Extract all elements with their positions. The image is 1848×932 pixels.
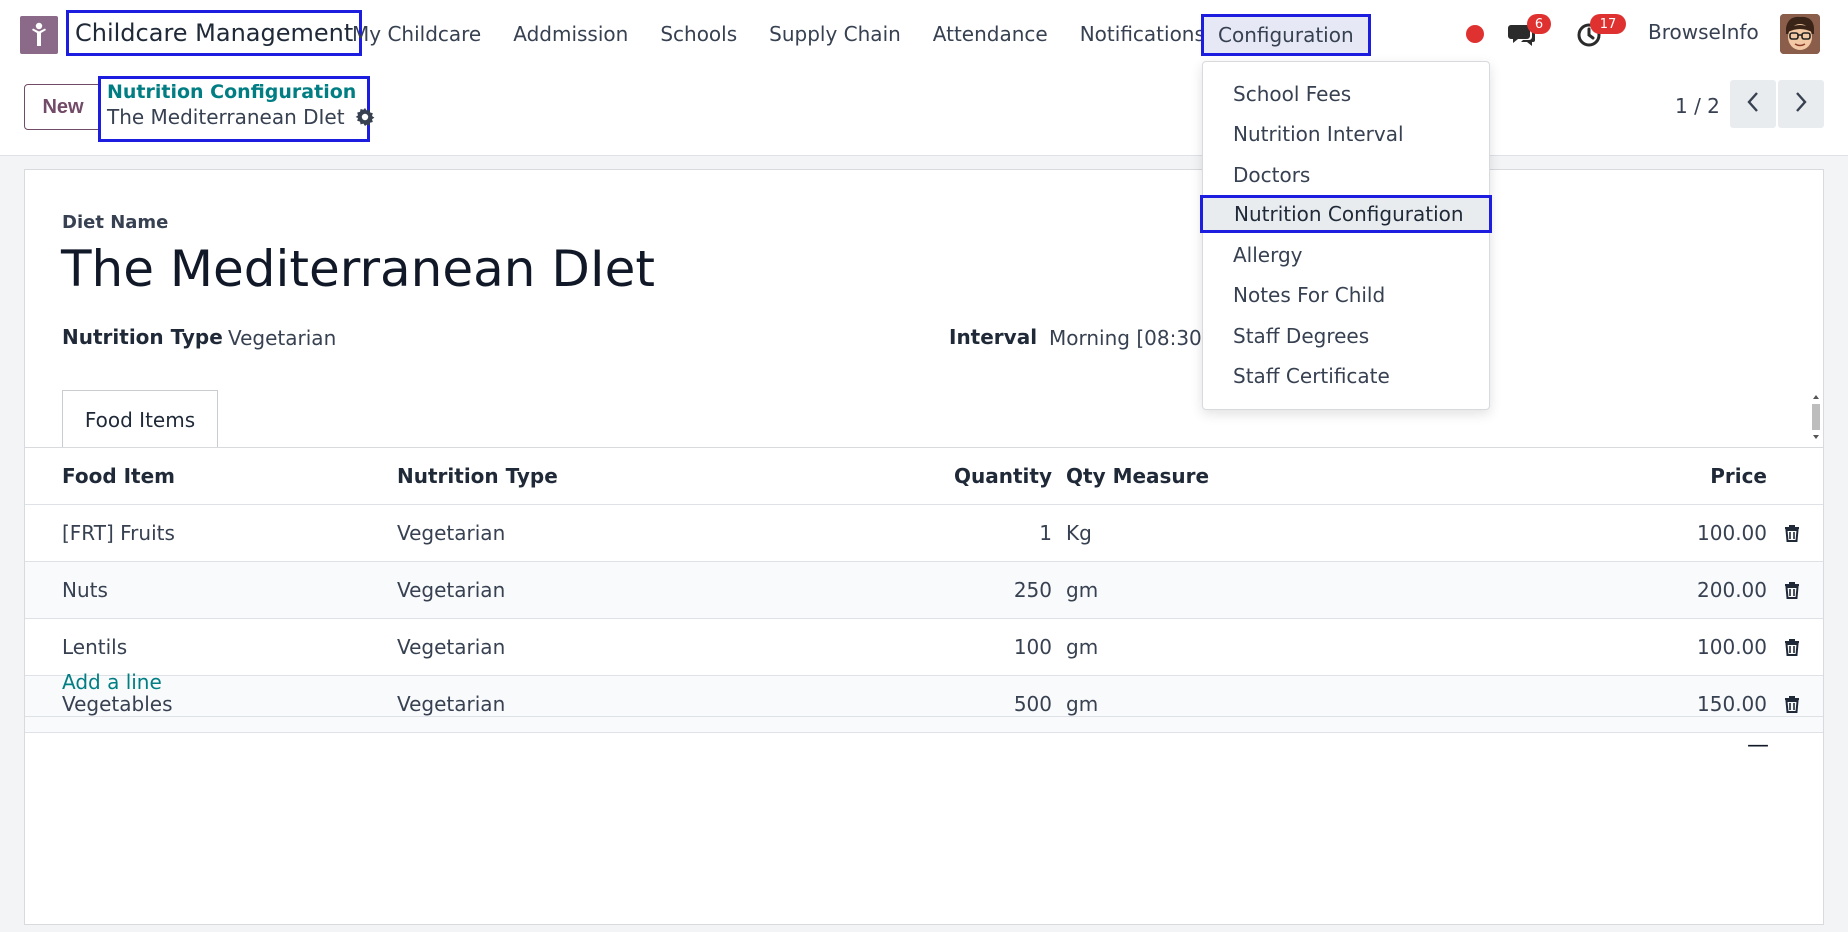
header-quantity[interactable]: Quantity <box>785 448 1052 504</box>
cell-nutrition-type[interactable]: Vegetarian <box>397 619 505 675</box>
breadcrumb-current-label: The Mediterranean DIet <box>107 105 345 129</box>
cell-quantity[interactable]: 1 <box>785 505 1052 561</box>
menu-notifications[interactable]: Notifications <box>1080 22 1205 46</box>
brand-title[interactable]: Childcare Management <box>66 10 363 56</box>
scrollbar[interactable] <box>1809 392 1823 442</box>
breadcrumb-current: The Mediterranean DIet <box>107 105 374 129</box>
cell-price[interactable]: 100.00 <box>1455 505 1767 561</box>
dropdown-item-nutrition-interval[interactable]: Nutrition Interval <box>1203 115 1489 153</box>
menu-attendance[interactable]: Attendance <box>933 22 1048 46</box>
main-menu: My Childcare Addmission Schools Supply C… <box>352 0 1237 68</box>
interval-label: Interval <box>949 325 1038 349</box>
table-row[interactable]: [FRT] Fruits Vegetarian 1 Kg 100.00 <box>25 505 1823 562</box>
table-row[interactable]: Nuts Vegetarian 250 gm 200.00 <box>25 562 1823 619</box>
add-a-line-link[interactable]: Add a line <box>62 670 162 694</box>
top-navbar: Childcare Management My Childcare Addmis… <box>0 0 1848 68</box>
form-sheet: Diet Name The Mediterranean DIet Nutriti… <box>24 169 1824 925</box>
new-button[interactable]: New <box>24 84 102 130</box>
app-logo-icon[interactable] <box>20 16 58 54</box>
total-placeholder: — <box>1747 733 1769 758</box>
cell-food-item[interactable]: Lentils <box>62 619 127 675</box>
cell-price[interactable]: 150.00 <box>1455 676 1767 732</box>
header-price[interactable]: Price <box>1455 448 1767 504</box>
tab-food-items[interactable]: Food Items <box>62 390 218 448</box>
cell-price[interactable]: 100.00 <box>1455 619 1767 675</box>
dropdown-item-notes-for-child[interactable]: Notes For Child <box>1203 276 1489 314</box>
breadcrumb: Nutrition Configuration The Mediterranea… <box>98 76 374 142</box>
cell-qty-measure[interactable]: gm <box>1066 619 1098 675</box>
cell-quantity[interactable]: 250 <box>785 562 1052 618</box>
menu-supply-chain[interactable]: Supply Chain <box>769 22 901 46</box>
trash-icon[interactable] <box>1780 562 1804 618</box>
table-row[interactable]: Lentils Vegetarian 100 gm 100.00 <box>25 619 1823 676</box>
control-panel: New Nutrition Configuration The Mediterr… <box>0 68 1848 156</box>
dropdown-item-staff-certificate[interactable]: Staff Certificate <box>1203 357 1489 395</box>
interval-field[interactable]: Morning [08:30] <box>1049 326 1210 350</box>
dropdown-item-staff-degrees[interactable]: Staff Degrees <box>1203 317 1489 355</box>
header-qty-measure[interactable]: Qty Measure <box>1066 448 1209 504</box>
table-footer-divider <box>25 716 1823 717</box>
cell-nutrition-type[interactable]: Vegetarian <box>397 562 505 618</box>
cell-nutrition-type[interactable]: Vegetarian <box>397 676 505 732</box>
cell-qty-measure[interactable]: Kg <box>1066 505 1092 561</box>
menu-my-childcare[interactable]: My Childcare <box>352 22 481 46</box>
chevron-left-icon <box>1746 91 1760 117</box>
company-switcher[interactable]: BrowseInfo <box>1648 20 1759 44</box>
header-food-item[interactable]: Food Item <box>62 448 175 504</box>
table-row[interactable]: Vegetables Vegetarian 500 gm 150.00 <box>25 676 1823 733</box>
diet-name-field[interactable]: The Mediterranean DIet <box>61 240 655 298</box>
cell-nutrition-type[interactable]: Vegetarian <box>397 505 505 561</box>
dropdown-item-allergy[interactable]: Allergy <box>1203 236 1489 274</box>
trash-icon[interactable] <box>1780 505 1804 561</box>
menu-schools[interactable]: Schools <box>660 22 737 46</box>
trash-icon[interactable] <box>1780 676 1804 732</box>
cell-qty-measure[interactable]: gm <box>1066 676 1098 732</box>
trash-icon[interactable] <box>1780 619 1804 675</box>
menu-addmission[interactable]: Addmission <box>513 22 628 46</box>
menu-configuration[interactable]: Configuration <box>1201 14 1371 56</box>
cell-food-item[interactable]: [FRT] Fruits <box>62 505 175 561</box>
food-items-table: Food Item Nutrition Type Quantity Qty Me… <box>25 448 1823 733</box>
diet-name-label: Diet Name <box>62 212 169 233</box>
cell-quantity[interactable]: 500 <box>785 676 1052 732</box>
table-header-row: Food Item Nutrition Type Quantity Qty Me… <box>25 448 1823 505</box>
chevron-right-icon <box>1794 91 1808 117</box>
nutrition-type-label: Nutrition Type <box>62 325 223 349</box>
dropdown-item-school-fees[interactable]: School Fees <box>1203 75 1489 113</box>
header-nutrition-type[interactable]: Nutrition Type <box>397 448 558 504</box>
cell-food-item[interactable]: Nuts <box>62 562 108 618</box>
avatar[interactable] <box>1780 14 1820 54</box>
configuration-dropdown: School Fees Nutrition Interval Doctors N… <box>1200 61 1492 410</box>
dropdown-item-nutrition-configuration[interactable]: Nutrition Configuration <box>1200 195 1492 233</box>
cell-quantity[interactable]: 100 <box>785 619 1052 675</box>
dropdown-item-doctors[interactable]: Doctors <box>1203 156 1489 194</box>
pager-previous-button[interactable] <box>1730 80 1776 128</box>
messages-badge: 6 <box>1527 14 1551 34</box>
nutrition-type-field[interactable]: Vegetarian <box>228 326 336 350</box>
status-dot-icon[interactable] <box>1466 25 1484 43</box>
cell-qty-measure[interactable]: gm <box>1066 562 1098 618</box>
breadcrumb-parent-link[interactable]: Nutrition Configuration <box>107 81 361 103</box>
cell-price[interactable]: 200.00 <box>1455 562 1767 618</box>
pager-value[interactable]: 1 / 2 <box>1675 94 1720 118</box>
pager-next-button[interactable] <box>1778 80 1824 128</box>
activities-badge: 17 <box>1590 14 1626 34</box>
gear-icon[interactable] <box>355 107 375 127</box>
